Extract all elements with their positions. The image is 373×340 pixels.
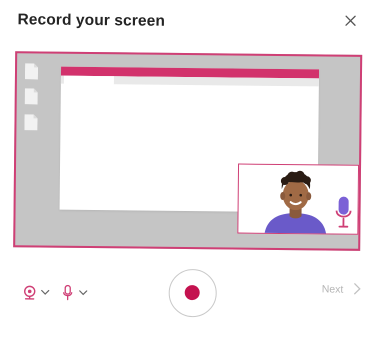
screen-preview [13, 51, 363, 251]
record-button[interactable] [168, 268, 217, 318]
desktop-file-icon [24, 63, 39, 80]
close-icon [345, 15, 356, 26]
camera-preview-tile [237, 163, 360, 235]
chevron-down-icon [79, 290, 88, 296]
microphone-options-dropdown[interactable] [79, 290, 88, 296]
record-icon [184, 284, 200, 301]
dialog-title: Record your screen [17, 11, 166, 30]
chevron-right-icon [354, 283, 361, 295]
close-button[interactable] [341, 12, 359, 30]
microphone-illustration-icon [335, 196, 352, 228]
desktop-file-icon [24, 88, 38, 105]
record-screen-dialog: Record your screen Next [0, 0, 373, 340]
microphone-toggle-button[interactable] [63, 284, 73, 301]
window-tab [63, 75, 114, 86]
next-button[interactable]: Next [322, 283, 344, 295]
chevron-down-icon [41, 289, 50, 295]
camera-toggle-button[interactable] [23, 285, 37, 300]
microphone-icon [63, 284, 73, 301]
camera-options-dropdown[interactable] [41, 289, 50, 295]
webcam-icon [24, 285, 36, 300]
person-avatar-illustration [264, 170, 327, 235]
desktop-file-icon [24, 114, 38, 131]
